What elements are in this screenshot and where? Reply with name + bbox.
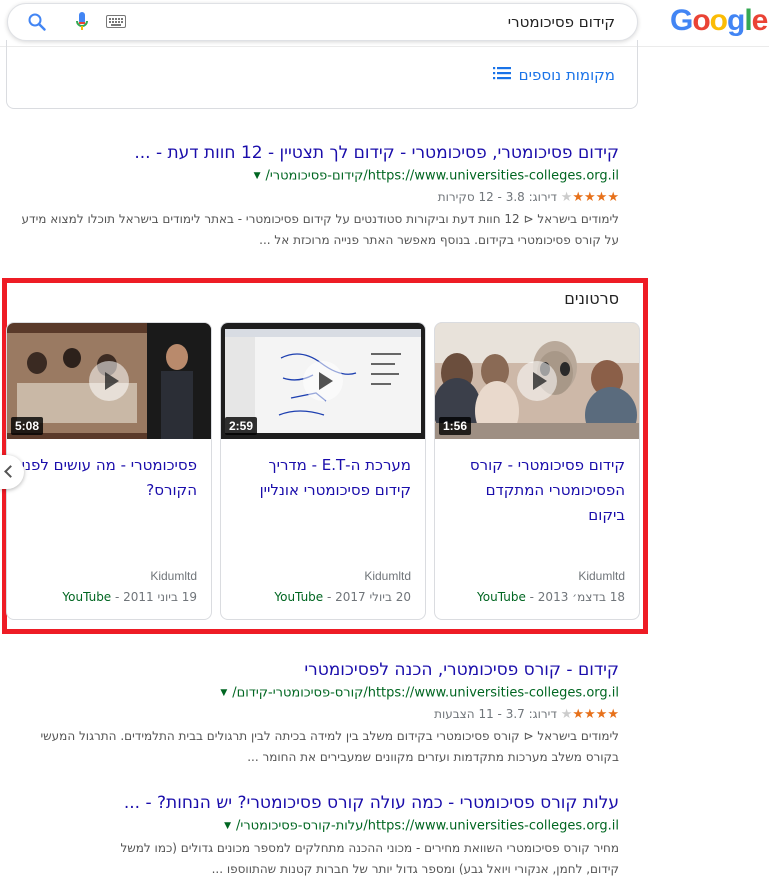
keyboard-icon[interactable] xyxy=(106,15,126,33)
microphone-icon[interactable] xyxy=(75,12,89,37)
video-thumbnail[interactable]: 5:08 xyxy=(7,323,211,439)
logo-letter: G xyxy=(670,4,693,37)
video-card[interactable]: 5:08 פסיכומטרי - מה עושים לפני הקורס? Ki… xyxy=(6,322,212,620)
video-thumbnail[interactable]: 2:59 xyxy=(221,323,425,439)
result-url[interactable]: https://www.universities-colleges.org.il… xyxy=(7,817,619,836)
video-duration: 2:59 xyxy=(225,417,258,435)
snippet-line: לימודים בישראל ⊲ קורס פסיכומטרי בקידום מ… xyxy=(40,728,619,743)
logo-letter: l xyxy=(744,4,752,37)
local-pack: מקומות נוספים xyxy=(6,40,638,109)
video-duration: 5:08 xyxy=(11,417,44,435)
video-duration: 1:56 xyxy=(439,417,472,435)
video-title-link[interactable]: קידום פסיכומטרי - קורס הפסיכומטרי המתקדם… xyxy=(445,453,625,528)
video-title-line: קידום פסיכומטרי - קורס xyxy=(469,456,625,474)
video-title-line: הקורס? xyxy=(146,481,197,499)
snippet-line: קידום, לחמן, אנקורי ויואל גבע) ומספר גדו… xyxy=(211,861,619,876)
url-dropdown-icon[interactable]: ▼ xyxy=(254,171,261,181)
url-dropdown-icon[interactable]: ▼ xyxy=(220,688,227,698)
search-result: קידום - קורס פסיכומטרי, הכנה לפסיכומטרי … xyxy=(7,659,619,768)
play-icon xyxy=(517,361,557,401)
snippet-line: על קורס פסיכומטרי בקידום. בנוסף מאפשר הא… xyxy=(259,232,619,247)
logo-letter: e xyxy=(751,4,769,37)
snippet-line: לימודים בישראל ⊲ 12 חוות דעת וביקורות סט… xyxy=(21,211,619,226)
result-rating: ★★★★★ דירוג: 3.7 - 11 הצבעות xyxy=(7,705,619,724)
play-icon xyxy=(303,361,343,401)
google-logo[interactable]: Google xyxy=(670,4,769,38)
video-source: YouTube xyxy=(477,590,526,604)
video-title-link[interactable]: מערכת ה-E.T - מדריך קידום פסיכומטרי אונל… xyxy=(231,453,411,503)
result-title-link[interactable]: קידום - קורס פסיכומטרי, הכנה לפסיכומטרי xyxy=(7,659,619,681)
url-dropdown-icon[interactable]: ▼ xyxy=(224,821,231,831)
video-title-line: הפסיכומטרי המתקדם xyxy=(485,481,625,499)
result-snippet: לימודים בישראל ⊲ 12 חוות דעת וביקורות סט… xyxy=(7,209,619,251)
video-title-line: קידום פסיכומטרי אונליין xyxy=(259,481,411,499)
search-box[interactable]: קידום פסיכומטרי xyxy=(7,3,638,41)
video-source: YouTube xyxy=(274,590,324,604)
play-icon xyxy=(89,361,129,401)
videos-heading: סרטונים xyxy=(564,289,619,308)
video-date: 18 בדצמ׳ 2013 xyxy=(537,590,625,604)
search-input[interactable]: קידום פסיכומטרי xyxy=(508,13,615,31)
video-source: YouTube xyxy=(62,590,112,604)
rating-label: דירוג: 3.8 - 12 סקירות xyxy=(437,189,557,204)
logo-letter: o xyxy=(692,4,710,37)
result-url-text: https://www.universities-colleges.org.il… xyxy=(265,168,619,184)
video-channel: Kidumltd xyxy=(150,569,197,583)
video-title-line: מערכת ה-E.T - מדריך xyxy=(268,456,411,474)
video-channel: Kidumltd xyxy=(578,569,625,583)
logo-letter: g xyxy=(727,4,745,37)
video-title-line: ביקום xyxy=(588,506,625,524)
video-thumbnail[interactable]: 1:56 xyxy=(435,323,639,439)
result-url-text: https://www.universities-colleges.org.il… xyxy=(236,818,619,834)
result-url-text: https://www.universities-colleges.org.il… xyxy=(232,685,619,701)
snippet-line: בקורס משלב מערכות מתקדמות ועזרים מקוונים… xyxy=(247,749,619,764)
logo-letter: o xyxy=(709,4,728,37)
search-result: עלות קורס פסיכומטרי - כמה עולה קורס פסיכ… xyxy=(7,792,619,880)
result-title-link[interactable]: קידום פסיכומטרי, פסיכומטרי - קידום לך תצ… xyxy=(7,142,619,164)
video-meta: 18 בדצמ׳ 2013 - YouTube xyxy=(477,590,625,604)
result-url[interactable]: https://www.universities-colleges.org.il… xyxy=(7,684,619,703)
result-rating: ★★★★★ דירוג: 3.8 - 12 סקירות xyxy=(7,188,619,207)
video-meta: 19 ביוני 2011 - YouTube xyxy=(62,590,197,604)
video-date: 20 ביולי 2017 xyxy=(335,590,411,604)
snippet-line: מחיר קורס פסיכומטרי השוואת מחירים - מכונ… xyxy=(120,840,619,855)
rating-label: דירוג: 3.7 - 11 הצבעות xyxy=(434,706,557,721)
search-result: קידום פסיכומטרי, פסיכומטרי - קידום לך תצ… xyxy=(7,142,619,251)
search-icon[interactable] xyxy=(28,13,46,36)
video-card[interactable]: 2:59 מערכת ה-E.T - מדריך קידום פסיכומטרי… xyxy=(220,322,426,620)
more-places-label: מקומות נוספים xyxy=(518,66,615,84)
video-card[interactable]: 1:56 קידום פסיכומטרי - קורס הפסיכומטרי ה… xyxy=(434,322,640,620)
result-snippet: מחיר קורס פסיכומטרי השוואת מחירים - מכונ… xyxy=(7,838,619,880)
rating-stars-icon: ★★★★★ xyxy=(560,706,619,722)
list-icon xyxy=(492,66,511,84)
video-title-link[interactable]: פסיכומטרי - מה עושים לפני הקורס? xyxy=(17,453,197,503)
result-title-link[interactable]: עלות קורס פסיכומטרי - כמה עולה קורס פסיכ… xyxy=(7,792,619,814)
result-url[interactable]: https://www.universities-colleges.org.il… xyxy=(7,167,619,186)
video-date: 19 ביוני 2011 xyxy=(123,590,197,604)
rating-stars-icon: ★★★★★ xyxy=(560,189,619,205)
video-title-line: פסיכומטרי - מה עושים לפני xyxy=(21,456,197,474)
more-places-link[interactable]: מקומות נוספים xyxy=(492,66,615,84)
result-snippet: לימודים בישראל ⊲ קורס פסיכומטרי בקידום מ… xyxy=(7,726,619,768)
video-meta: 20 ביולי 2017 - YouTube xyxy=(274,590,411,604)
video-channel: Kidumltd xyxy=(364,569,411,583)
